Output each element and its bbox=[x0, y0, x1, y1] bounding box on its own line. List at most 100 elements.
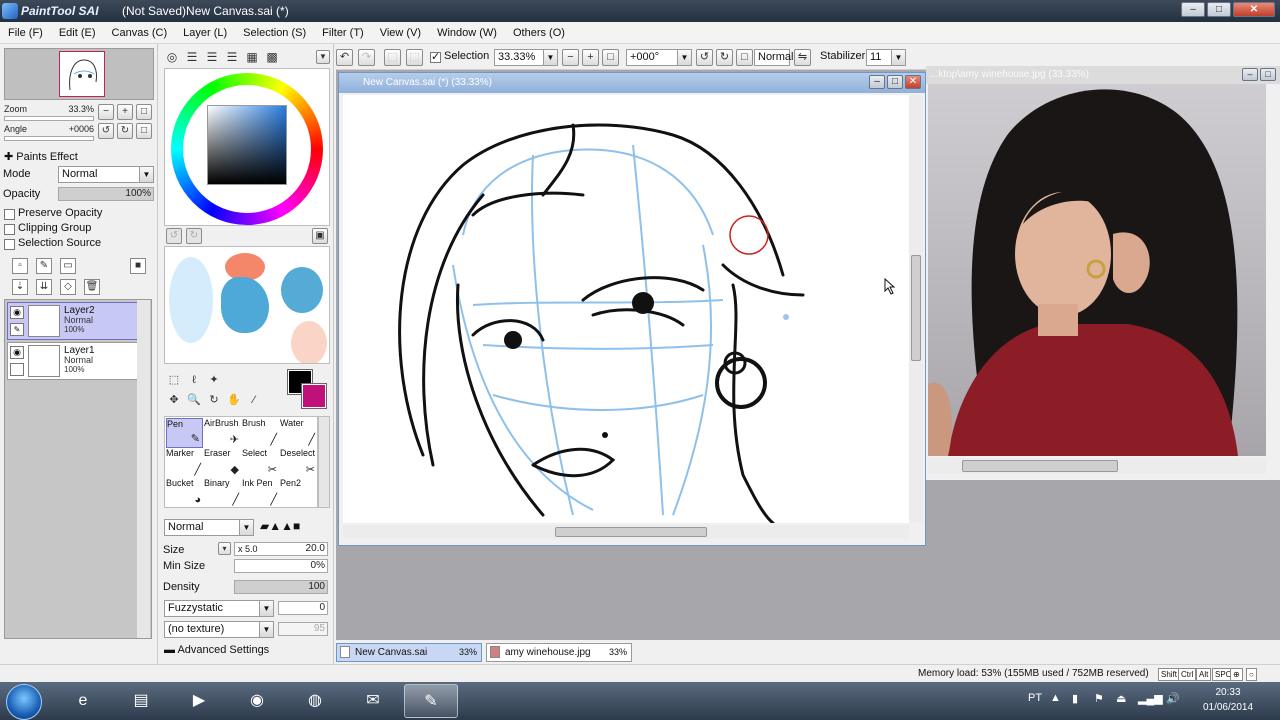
menu-window[interactable]: Window (W) bbox=[429, 22, 505, 44]
drawing-canvas[interactable] bbox=[343, 95, 909, 523]
layer-mask-icon[interactable]: ■ bbox=[130, 258, 146, 274]
preserve-opacity-checkbox[interactable] bbox=[4, 209, 15, 220]
file-explorer-icon[interactable]: ▤ bbox=[114, 684, 168, 718]
canvas-vertical-scrollbar[interactable] bbox=[909, 95, 923, 523]
menu-selection[interactable]: Selection (S) bbox=[235, 22, 314, 44]
brush-deselect[interactable]: Deselect ✂ bbox=[280, 448, 317, 478]
lock-icon[interactable] bbox=[10, 363, 24, 376]
zoom-in-button[interactable]: + bbox=[117, 104, 133, 120]
canvas-maximize-button[interactable]: □ bbox=[887, 75, 903, 89]
selection-source-checkbox[interactable] bbox=[4, 239, 15, 250]
rgb-slider-tab-icon[interactable]: ☰ bbox=[184, 49, 200, 65]
brush-shape-strength[interactable]: 0 bbox=[278, 601, 328, 615]
internet-explorer-icon[interactable]: e bbox=[56, 684, 110, 718]
menu-view[interactable]: View (V) bbox=[372, 22, 429, 44]
brush-texture-select[interactable]: (no texture) ▼ bbox=[164, 621, 274, 638]
brush-blend-mode-select[interactable]: Normal ▼ bbox=[164, 519, 254, 536]
stabilizer-field[interactable]: 11 ▼ bbox=[866, 49, 906, 66]
brush-eraser[interactable]: Eraser ◆ bbox=[204, 448, 241, 478]
zoom-out-button[interactable]: − bbox=[98, 104, 114, 120]
invert-selection-button[interactable]: ⬚ bbox=[406, 49, 423, 66]
reference-window-titlebar[interactable]: ...ktop\amy winehouse.jpg (33.33%) – □ bbox=[926, 66, 1280, 84]
size-slider[interactable]: x 5.0 20.0 bbox=[234, 542, 328, 556]
menu-others[interactable]: Others (O) bbox=[505, 22, 573, 44]
canvas-vertical-scroll-thumb[interactable] bbox=[911, 255, 921, 361]
new-folder-icon[interactable]: ▭ bbox=[60, 258, 76, 274]
chrome-icon[interactable]: ◉ bbox=[230, 684, 284, 718]
network-icon[interactable]: ▮ bbox=[1072, 692, 1078, 705]
brush-water[interactable]: Water ╱ bbox=[280, 418, 317, 448]
canvas-window-titlebar[interactable]: New Canvas.sai (*) (33.33%) – □ ✕ bbox=[339, 73, 925, 93]
brush-pen[interactable]: Pen ✎ bbox=[166, 418, 203, 448]
new-linework-layer-icon[interactable]: ✎ bbox=[36, 258, 52, 274]
layer-item-layer1[interactable]: ◉ Layer1 Normal 100% bbox=[7, 342, 139, 380]
min-size-slider[interactable]: 0% bbox=[234, 559, 328, 573]
pen-lock-icon[interactable]: ✎ bbox=[10, 323, 24, 336]
lasso-icon[interactable]: ℓ bbox=[186, 372, 202, 388]
brush-select[interactable]: Select ✂ bbox=[242, 448, 279, 478]
rotate-reset-button[interactable]: □ bbox=[136, 123, 152, 139]
brush-brush[interactable]: Brush ╱ bbox=[242, 418, 279, 448]
color-mixer-tab-icon[interactable]: ☰ bbox=[224, 49, 240, 65]
brush-ink-pen[interactable]: Ink Pen ╱ bbox=[242, 478, 279, 508]
minimize-button[interactable]: – bbox=[1181, 2, 1205, 17]
painttool-sai-icon[interactable]: ✎ bbox=[404, 684, 458, 718]
show-selection-checkbox[interactable] bbox=[430, 50, 441, 63]
firefox-icon[interactable]: ◍ bbox=[288, 684, 342, 718]
rotate-left-button[interactable]: ↺ bbox=[98, 123, 114, 139]
background-color[interactable] bbox=[301, 383, 327, 409]
reference-scroll-thumb[interactable] bbox=[962, 460, 1118, 472]
redo-button[interactable]: ↷ bbox=[358, 49, 375, 66]
rotate-cw-toolbar-button[interactable]: ↻ bbox=[716, 49, 733, 66]
angle-field[interactable]: +000° ▼ bbox=[626, 49, 692, 66]
eye-icon[interactable]: ◉ bbox=[10, 346, 24, 359]
menu-filter[interactable]: Filter (T) bbox=[314, 22, 372, 44]
rotate-icon[interactable]: ↻ bbox=[206, 392, 222, 408]
layer-item-layer2[interactable]: ◉ ✎ Layer2 Normal 100% bbox=[7, 302, 139, 340]
scratchpad-button-1[interactable]: ↺ bbox=[166, 228, 182, 244]
zoom-in-toolbar-button[interactable]: + bbox=[582, 49, 599, 66]
hsv-slider-tab-icon[interactable]: ☰ bbox=[204, 49, 220, 65]
size-multiplier-button[interactable]: ▾ bbox=[218, 542, 231, 555]
advanced-settings-toggle[interactable]: ▬ Advanced Settings bbox=[164, 644, 269, 656]
reference-minimize-button[interactable]: – bbox=[1242, 68, 1258, 81]
clipping-group-checkbox[interactable] bbox=[4, 224, 15, 235]
layer-mode-select[interactable]: Normal ▼ bbox=[58, 166, 154, 183]
merge-down-icon[interactable]: ⇊ bbox=[36, 279, 52, 295]
move-icon[interactable]: ✥ bbox=[166, 392, 182, 408]
rotate-ccw-toolbar-button[interactable]: ↺ bbox=[696, 49, 713, 66]
scratchpad-button-2[interactable]: ↻ bbox=[186, 228, 202, 244]
brush-binary[interactable]: Binary ╱ bbox=[204, 478, 241, 508]
new-layer-icon[interactable]: ▫ bbox=[12, 258, 28, 274]
brush-pen2[interactable]: Pen2 bbox=[280, 478, 317, 508]
deselect-button[interactable]: ⬚ bbox=[384, 49, 401, 66]
start-button-icon[interactable] bbox=[6, 684, 42, 720]
media-player-icon[interactable]: ▶ bbox=[172, 684, 226, 718]
rotate-reset-toolbar-button[interactable]: □ bbox=[736, 49, 753, 66]
density-slider[interactable]: 100 bbox=[234, 580, 328, 594]
language-indicator[interactable]: PT bbox=[1028, 692, 1042, 704]
brush-shape-select[interactable]: Fuzzystatic ▼ bbox=[164, 600, 274, 617]
tab-amy-winehouse[interactable]: amy winehouse.jpg 33% bbox=[486, 643, 632, 662]
undo-button[interactable]: ↶ bbox=[336, 49, 353, 66]
eye-icon[interactable]: ◉ bbox=[10, 306, 24, 319]
zoom-field[interactable]: 33.33% ▼ bbox=[494, 49, 558, 66]
reference-horizontal-scrollbar[interactable] bbox=[928, 458, 1266, 474]
menu-layer[interactable]: Layer (L) bbox=[175, 22, 235, 44]
transfer-down-icon[interactable]: ⇣ bbox=[12, 279, 28, 295]
close-button[interactable]: ✕ bbox=[1233, 2, 1275, 17]
scratchpad-menu-button[interactable]: ▣ bbox=[312, 228, 328, 244]
clear-layer-icon[interactable]: ◇ bbox=[60, 279, 76, 295]
zoom-icon[interactable]: 🔍 bbox=[186, 392, 202, 408]
volume-icon[interactable]: 🔊 bbox=[1166, 692, 1180, 705]
scratchpad[interactable] bbox=[164, 246, 330, 364]
zoom-out-toolbar-button[interactable]: − bbox=[562, 49, 579, 66]
zoom-fit-toolbar-button[interactable]: □ bbox=[602, 49, 619, 66]
view-mode-field[interactable]: Normal bbox=[754, 49, 793, 66]
zoom-slider[interactable] bbox=[4, 116, 94, 121]
canvas-close-button[interactable]: ✕ bbox=[905, 75, 921, 89]
outlook-icon[interactable]: ✉ bbox=[346, 684, 400, 718]
menu-edit[interactable]: Edit (E) bbox=[51, 22, 104, 44]
opacity-slider[interactable]: 100% bbox=[58, 187, 154, 201]
canvas-horizontal-scrollbar[interactable] bbox=[343, 525, 909, 539]
